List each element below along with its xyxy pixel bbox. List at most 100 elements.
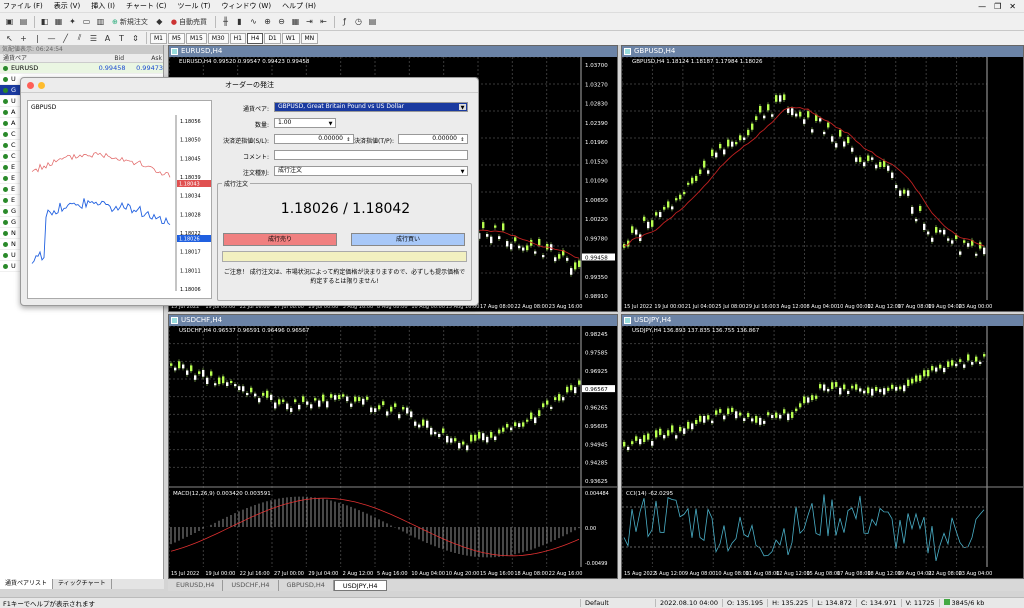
templates-icon[interactable]: ▤ xyxy=(366,15,379,28)
sell-button[interactable]: 成行売り xyxy=(223,233,337,246)
buy-button[interactable]: 成行買い xyxy=(351,233,465,246)
zoom-out-icon[interactable]: ⊖ xyxy=(275,15,288,28)
data-window-icon[interactable]: ▦ xyxy=(52,15,65,28)
timeframe-m15[interactable]: M15 xyxy=(186,32,207,44)
trendline-icon[interactable]: ╱ xyxy=(59,32,72,45)
auto-scroll-icon[interactable]: ⇥ xyxy=(303,15,316,28)
candle-body xyxy=(731,141,734,147)
chart-title-bar[interactable]: USDCHF,H4 xyxy=(169,315,617,326)
symbol-status-icon xyxy=(3,230,8,236)
chart-tab[interactable]: USDJPY,H4 xyxy=(333,580,387,591)
horizontal-line-icon[interactable]: — xyxy=(45,32,58,45)
bar-chart-icon[interactable]: ╫ xyxy=(219,15,232,28)
chart-title-bar[interactable]: GBPUSD,H4 xyxy=(622,46,1023,57)
column-ask[interactable]: Ask xyxy=(124,54,162,62)
menu-item[interactable]: ウィンドウ (W) xyxy=(221,1,271,11)
close-window-icon[interactable]: ✕ xyxy=(1009,2,1016,11)
close-icon[interactable] xyxy=(27,82,34,89)
tile-windows-icon[interactable]: ▦ xyxy=(289,15,302,28)
timeframe-w1[interactable]: W1 xyxy=(281,32,300,44)
profiles-icon[interactable]: ▤ xyxy=(17,15,30,28)
timeframe-h4[interactable]: H4 xyxy=(246,32,264,44)
price-tick-label: 1.01090 xyxy=(585,179,608,185)
column-bid[interactable]: Bid xyxy=(84,54,124,62)
timeframe-mn[interactable]: MN xyxy=(300,32,319,44)
date-tick-label: 5 Aug 16:00 xyxy=(377,571,408,577)
column-symbol[interactable]: 通貨ペア xyxy=(0,54,84,62)
fibonacci-icon[interactable]: ☰ xyxy=(87,32,100,45)
chart-tab[interactable]: GBPUSD,H4 xyxy=(279,580,334,591)
crosshair-icon[interactable]: + xyxy=(17,32,30,45)
menu-item[interactable]: 表示 (V) xyxy=(54,1,80,11)
new-file-icon[interactable]: ▣ xyxy=(3,15,16,28)
take-profit-input[interactable]: 0.00000 ⇕ xyxy=(398,134,468,144)
symbol-select[interactable]: GBPUSD, Great Britain Pound vs US Dollar… xyxy=(274,102,468,112)
candle-body xyxy=(406,407,409,414)
candle-body xyxy=(811,129,814,133)
timeframe-m30[interactable]: M30 xyxy=(207,32,229,44)
chart-window-gbpusd[interactable]: GBPUSD,H4 15 Jul 2022 19 Jul 00:00 21 Jul 0… xyxy=(621,45,1024,312)
candle-body xyxy=(550,244,553,251)
minimize-icon[interactable] xyxy=(38,82,45,89)
candle-body xyxy=(931,366,934,371)
candle-body xyxy=(827,388,830,392)
periods-icon[interactable]: ◷ xyxy=(352,15,365,28)
new-order-button[interactable]: ⊕ 新規注文 xyxy=(108,15,152,28)
menu-item[interactable]: ヘルプ (H) xyxy=(282,1,316,11)
chart-tab[interactable]: EURUSD,H4 xyxy=(168,580,224,591)
menu-item[interactable]: ファイル (F) xyxy=(3,1,43,11)
cursor-icon[interactable]: ↖ xyxy=(3,32,16,45)
stepper-icon[interactable]: ⇕ xyxy=(459,136,466,143)
channel-icon[interactable]: ⫽ xyxy=(73,32,86,45)
date-tick-label: 8 Aug 04:00 xyxy=(807,304,838,310)
comment-input[interactable] xyxy=(274,150,468,160)
timeframe-d1[interactable]: D1 xyxy=(264,32,281,44)
timeframe-m1[interactable]: M1 xyxy=(150,32,167,44)
restore-window-icon[interactable]: ❐ xyxy=(994,2,1001,11)
market-watch-icon[interactable]: ◧ xyxy=(38,15,51,28)
order-type-select[interactable]: 成行注文 ▼ xyxy=(274,166,468,176)
timeframe-h1[interactable]: H1 xyxy=(229,32,246,44)
vertical-line-icon[interactable]: | xyxy=(31,32,44,45)
navigator-icon[interactable]: ✦ xyxy=(66,15,79,28)
zoom-in-icon[interactable]: ⊕ xyxy=(261,15,274,28)
menu-item[interactable]: 挿入 (I) xyxy=(91,1,115,11)
candle-body xyxy=(883,388,886,395)
menu-item[interactable]: チャート (C) xyxy=(126,1,167,11)
label-icon[interactable]: T xyxy=(115,32,128,45)
candle-body xyxy=(510,427,513,431)
candle-body xyxy=(631,441,634,445)
chart-tab[interactable]: USDCHF,H4 xyxy=(223,580,279,591)
candle-body xyxy=(466,445,469,451)
chart-title-bar[interactable]: EURUSD,H4 xyxy=(169,46,617,57)
price-tick-label: 0.93625 xyxy=(585,479,608,485)
tab-tick-chart[interactable]: ティックチャート xyxy=(53,579,112,589)
editor-icon[interactable]: ◆ xyxy=(153,15,166,28)
candle-body xyxy=(442,428,445,433)
auto-trade-button[interactable]: ● 自動売買 xyxy=(167,15,211,28)
minimize-window-icon[interactable]: — xyxy=(978,2,986,11)
text-icon[interactable]: A xyxy=(101,32,114,45)
menu-item[interactable]: ツール (T) xyxy=(177,1,210,11)
indicators-icon[interactable]: ƒ xyxy=(338,15,351,28)
market-watch-row[interactable]: EURUSD 0.99458 0.99473 xyxy=(0,63,163,74)
volume-select[interactable]: 1.00 ▼ xyxy=(274,118,336,128)
terminal-icon[interactable]: ▭ xyxy=(80,15,93,28)
chart-title: USDCHF,H4 xyxy=(181,316,223,324)
candle-body xyxy=(895,386,898,391)
chart-title-bar[interactable]: USDJPY,H4 xyxy=(622,315,1023,326)
line-chart-icon[interactable]: ∿ xyxy=(247,15,260,28)
candle-chart-icon[interactable]: ▮ xyxy=(233,15,246,28)
chart-shift-icon[interactable]: ⇤ xyxy=(317,15,330,28)
chart-title: EURUSD,H4 xyxy=(181,47,223,55)
candle-body xyxy=(506,241,509,247)
arrows-icon[interactable]: ⇕ xyxy=(129,32,142,45)
chart-window-usdjpy[interactable]: USDJPY,H4 CCI(14) -62.0295 15 Aug 2022 5 Au… xyxy=(621,314,1024,579)
chart-window-usdchf[interactable]: USDCHF,H4 0.98245 0.97585 0.96925 0.96567 0.9… xyxy=(168,314,618,579)
chart-title: USDJPY,H4 xyxy=(634,316,672,324)
candle-body xyxy=(855,157,858,162)
candle-body xyxy=(755,416,758,423)
timeframe-m5[interactable]: M5 xyxy=(168,32,185,44)
tester-icon[interactable]: ▥ xyxy=(94,15,107,28)
tab-symbols[interactable]: 通貨ペアリスト xyxy=(0,579,54,589)
